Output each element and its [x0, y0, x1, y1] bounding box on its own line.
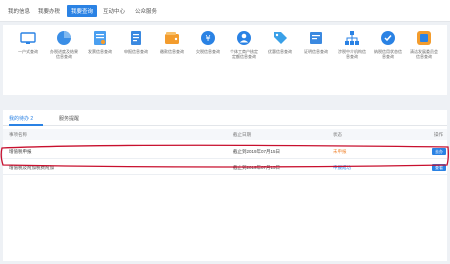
- todo-panel: 我的待办 2 服务提醒 事项名称 截止日期 状态 操作 增值税申报 截止到201…: [3, 110, 447, 261]
- service-item[interactable]: 涉税中介机构信息查询: [337, 30, 367, 59]
- column-header-status: 状态: [333, 132, 342, 137]
- monitor-icon: [20, 32, 36, 44]
- query-services-panel: 一户式查询 办税进度及结果信息查询 发票信息查询 申报信息查询 缴款信息查询 ¥…: [3, 25, 447, 95]
- tile-icon: [417, 31, 431, 45]
- tax-portal-page: 我的信息 我要办税 我要查询 互动中心 公众服务 一户式查询 办税进度及结果信息…: [0, 0, 450, 264]
- org-chart-icon: [345, 31, 359, 45]
- tab-my-info[interactable]: 我的信息: [8, 7, 30, 15]
- service-item[interactable]: 办税进度及结果信息查询: [49, 30, 79, 59]
- service-label: 缴款信息查询: [160, 49, 184, 54]
- column-header-name: 事项名称: [9, 132, 27, 137]
- service-label: 证明信息查询: [304, 49, 328, 54]
- service-label: 清洁发展委员会信息查询: [410, 49, 438, 59]
- tab-public-service[interactable]: 公众服务: [135, 7, 157, 15]
- user-icon: [237, 31, 251, 45]
- tab-my-todo[interactable]: 我的待办 2: [9, 115, 33, 122]
- tab-service-reminder[interactable]: 服务提醒: [59, 115, 79, 122]
- tag-icon: [274, 32, 287, 44]
- service-label: 申报信息查询: [124, 49, 148, 54]
- active-tab-indicator: [9, 124, 43, 126]
- tab-tax-handling[interactable]: 我要办税: [38, 7, 60, 15]
- service-item[interactable]: 发票信息查询: [85, 30, 115, 54]
- service-label: 个体工商户核定定额信息查询: [230, 49, 258, 59]
- credit-icon: [381, 31, 395, 45]
- service-item[interactable]: 个体工商户核定定额信息查询: [229, 30, 259, 59]
- service-item[interactable]: 缴款信息查询: [157, 30, 187, 54]
- service-item[interactable]: ¥ 欠税信息查询: [193, 30, 223, 54]
- highlight-annotation: [0, 144, 449, 168]
- document-icon: [131, 31, 141, 45]
- certificate-icon: [310, 32, 322, 44]
- column-header-deadline: 截止日期: [233, 132, 251, 137]
- tab-interaction-center[interactable]: 互动中心: [103, 7, 125, 15]
- pie-chart-icon: [57, 31, 71, 45]
- service-item[interactable]: 纳税信用状态信息查询: [373, 30, 403, 59]
- service-item[interactable]: 清洁发展委员会信息查询: [409, 30, 439, 59]
- service-item[interactable]: 优惠信息查询: [265, 30, 295, 54]
- service-item[interactable]: 一户式查询: [13, 30, 43, 54]
- column-header-action: 操作: [434, 132, 443, 137]
- service-item[interactable]: 证明信息查询: [301, 30, 331, 54]
- tab-query[interactable]: 我要查询: [67, 5, 98, 17]
- service-label: 一户式查询: [18, 49, 38, 54]
- svg-text:¥: ¥: [205, 34, 210, 43]
- service-label: 优惠信息查询: [268, 49, 292, 54]
- service-label: 欠税信息查询: [196, 49, 220, 54]
- service-label: 涉税中介机构信息查询: [338, 49, 366, 59]
- wallet-icon: [165, 32, 179, 44]
- todo-tabs: 我的待办 2 服务提醒: [3, 110, 447, 126]
- coin-icon: ¥: [201, 31, 215, 45]
- service-item[interactable]: 申报信息查询: [121, 30, 151, 54]
- table-header: 事项名称 截止日期 状态 操作: [3, 129, 447, 140]
- service-label: 纳税信用状态信息查询: [374, 49, 402, 59]
- top-navigation: 我的信息 我要办税 我要查询 互动中心 公众服务: [0, 0, 450, 22]
- service-label: 办税进度及结果信息查询: [50, 49, 78, 59]
- service-label: 发票信息查询: [88, 49, 112, 54]
- invoice-icon: [94, 31, 106, 45]
